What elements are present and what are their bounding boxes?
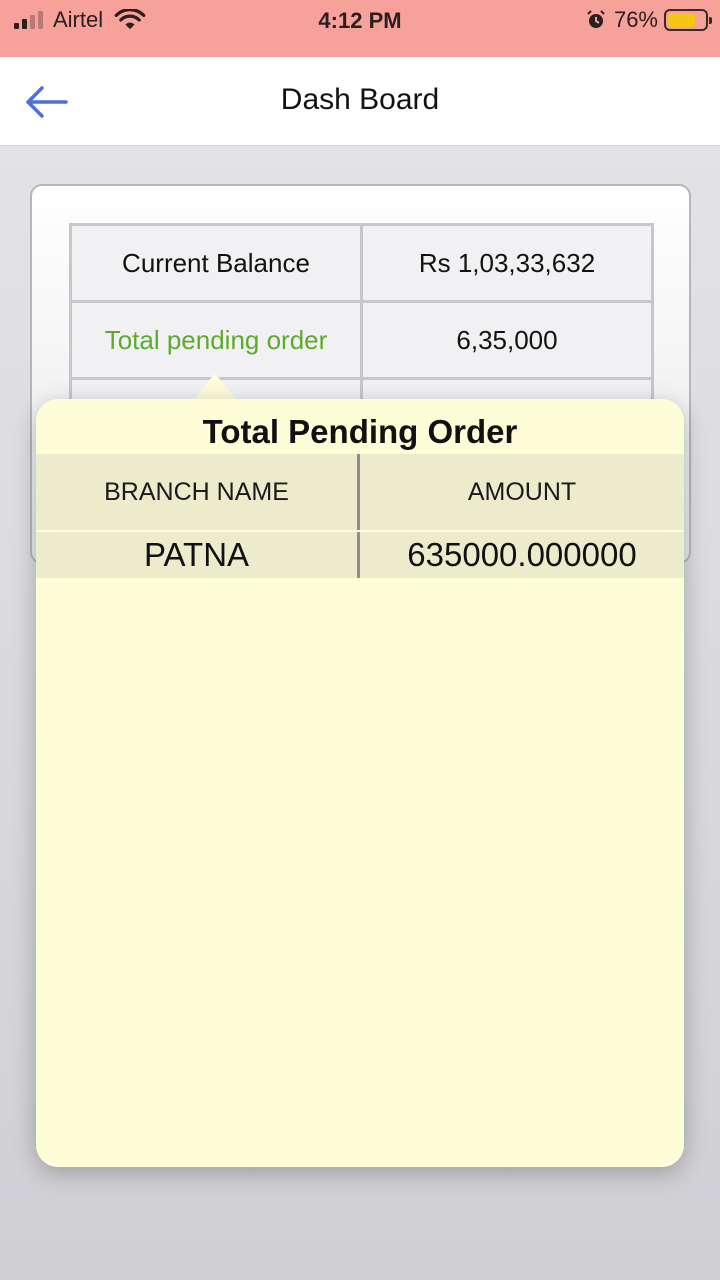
alarm-icon (587, 10, 605, 28)
popover-table-header: BRANCH NAME AMOUNT (36, 454, 684, 530)
status-right: 76% (586, 7, 712, 32)
table-row: Current Balance Rs 1,03,33,632 (69, 223, 654, 303)
battery-percent: 76% (613, 7, 658, 32)
branch-name-cell: PATNA (36, 532, 360, 578)
popover-title: Total Pending Order (202, 413, 518, 450)
popover-arrow (193, 373, 237, 401)
table-row: PATNA 635000.000000 (36, 532, 684, 578)
pending-order-popover: Total Pending Order BRANCH NAME AMOUNT P… (36, 399, 684, 1167)
navigation-bar: Dash Board (0, 57, 720, 146)
status-bar: Airtel 4:12 PM 76% (0, 0, 720, 57)
battery-icon (664, 9, 712, 31)
current-balance-label: Current Balance (69, 223, 363, 303)
amount-cell: 635000.000000 (407, 536, 637, 573)
total-pending-order-value: 6,35,000 (360, 300, 654, 380)
page-title: Dash Board (280, 83, 440, 116)
total-pending-order-link[interactable]: Total pending order (69, 300, 363, 380)
current-balance-value: Rs 1,03,33,632 (360, 223, 654, 303)
table-row: Total pending order 6,35,000 (69, 300, 654, 380)
column-header-amount: AMOUNT (467, 477, 577, 506)
column-header-branch: BRANCH NAME (36, 454, 360, 530)
